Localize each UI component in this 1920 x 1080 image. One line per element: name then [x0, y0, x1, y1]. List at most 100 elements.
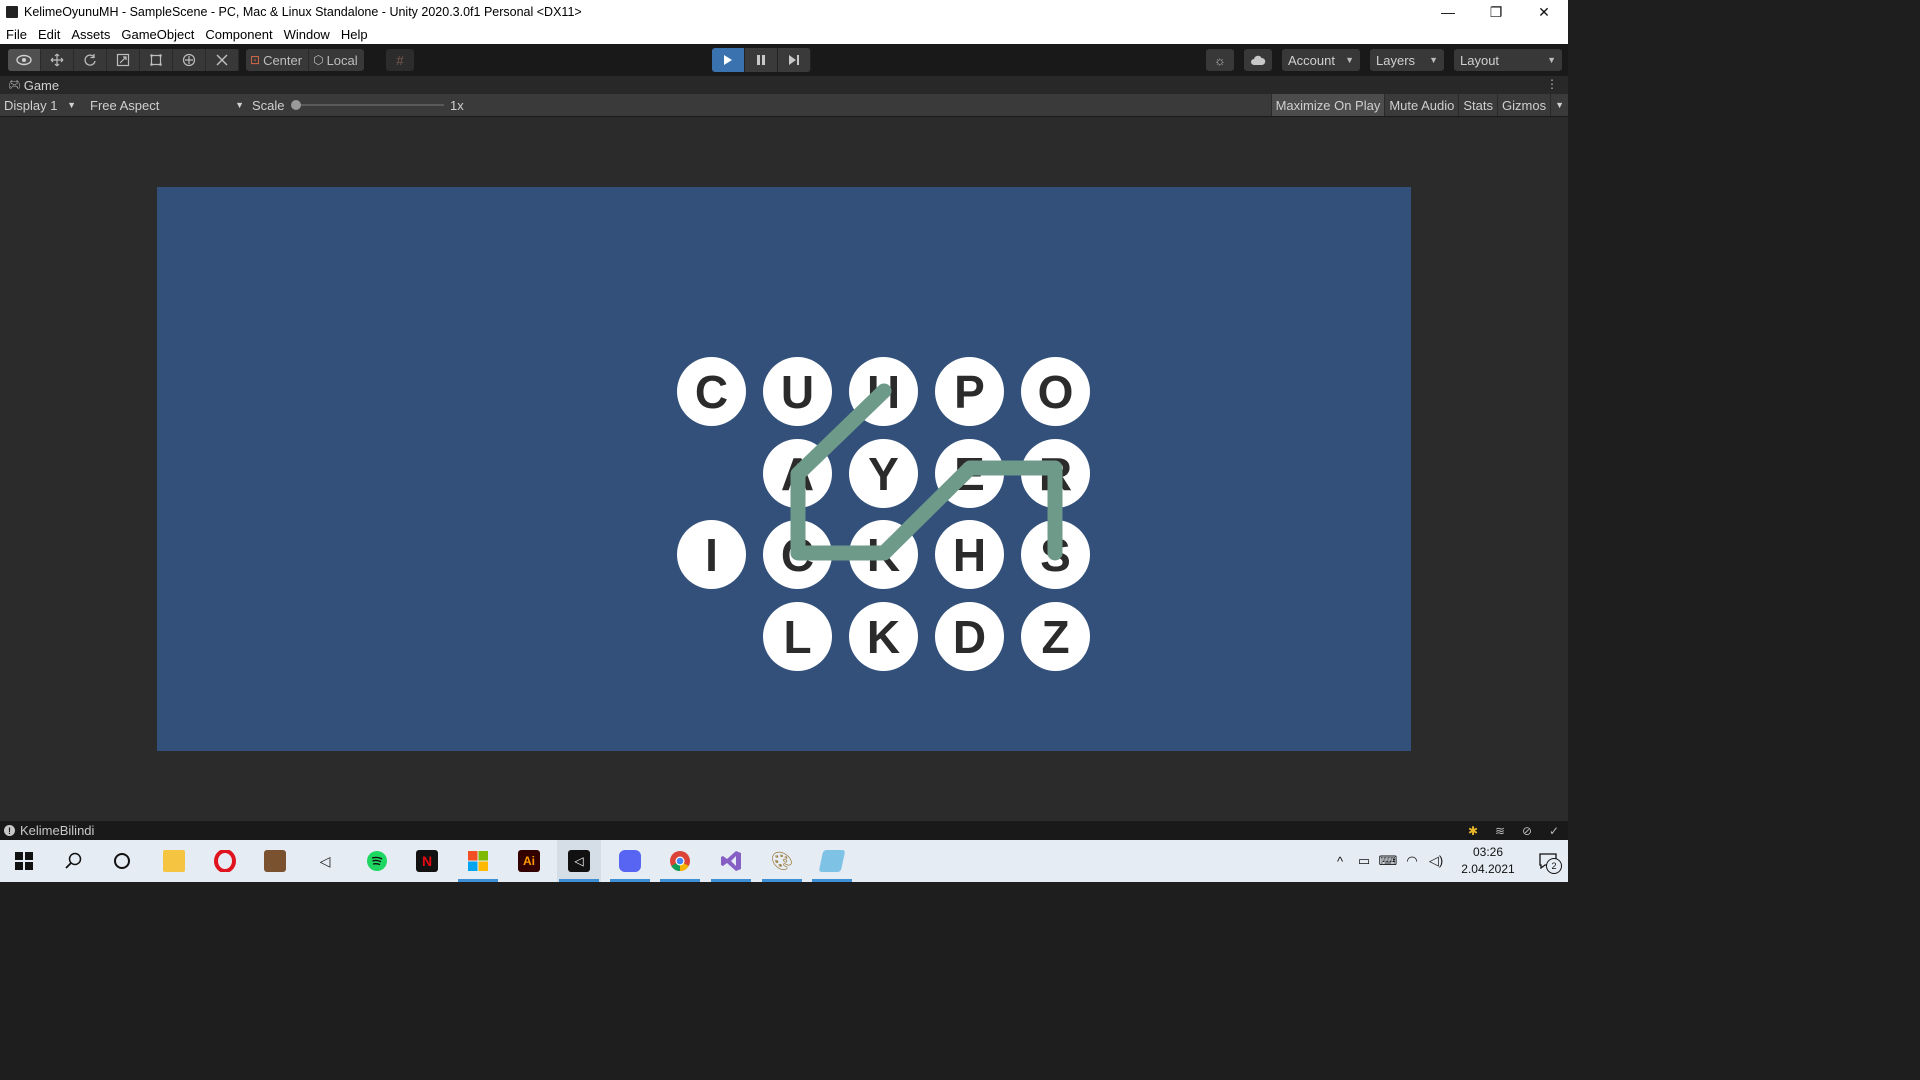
menu-window[interactable]: Window [278, 27, 335, 42]
move-arrows-icon [50, 53, 64, 67]
action-center-button[interactable]: 2 [1528, 840, 1568, 882]
menu-help[interactable]: Help [335, 27, 373, 42]
running-indicator [458, 879, 498, 882]
play-button[interactable] [712, 48, 745, 72]
restore-button[interactable]: ❐ [1472, 0, 1520, 24]
volume-icon[interactable]: ◁) [1424, 853, 1448, 869]
taskbar-microsoft-store[interactable] [456, 840, 500, 882]
chevron-down-icon: ▼ [1547, 55, 1556, 65]
mute-audio-toggle[interactable]: Mute Audio [1384, 94, 1458, 116]
pivot-rotation-toggle[interactable]: ⬡ Local [308, 49, 364, 71]
grid-snap-button[interactable]: # [386, 49, 414, 71]
transform-tool-button[interactable] [173, 49, 206, 71]
taskbar-opera[interactable] [203, 840, 247, 882]
folder-icon [163, 850, 185, 872]
custom-tool-button[interactable] [206, 49, 239, 71]
minimize-button[interactable]: — [1424, 0, 1472, 24]
gizmos-dropdown-icon[interactable]: ▼ [1550, 94, 1568, 116]
chevron-down-icon: ▼ [1429, 55, 1438, 65]
local-cube-icon: ⬡ [313, 53, 324, 67]
menu-component[interactable]: Component [199, 27, 277, 42]
discord-icon [619, 850, 641, 872]
tab-game[interactable]: 🎮︎ Game [0, 78, 59, 93]
scale-slider-track[interactable] [294, 104, 444, 106]
chevron-down-icon: ▼ [1345, 55, 1354, 65]
layers-stack-icon[interactable]: ≋ [1492, 823, 1508, 839]
game-tab-bar: 🎮︎ Game ⋮ [0, 76, 1568, 94]
meet-now-icon[interactable]: ▭ [1352, 853, 1376, 869]
taskbar-paint[interactable]: 🎨︎ [760, 840, 804, 882]
rotate-icon [84, 54, 96, 66]
status-icons: ✱ ≋ ⊘ ✓ [1454, 823, 1562, 839]
cache-server-icon[interactable]: ⊘ [1519, 823, 1535, 839]
layout-dropdown[interactable]: Layout ▼ [1454, 49, 1562, 71]
view-tool-button[interactable] [8, 49, 41, 71]
unity-icon: ◁ [568, 850, 590, 872]
taskbar-netflix[interactable]: N [405, 840, 449, 882]
game-viewport[interactable]: C U H P O A Y E R I C K H S L K D Z [157, 187, 1411, 751]
close-button[interactable]: ✕ [1520, 0, 1568, 24]
cloud-button[interactable] [1244, 49, 1272, 71]
menu-gameobject[interactable]: GameObject [115, 27, 199, 42]
layers-dropdown[interactable]: Layers ▼ [1370, 49, 1444, 71]
rect-tool-button[interactable] [140, 49, 173, 71]
cortana-button[interactable] [100, 840, 144, 882]
show-hidden-icons-icon[interactable]: ^ [1328, 854, 1352, 869]
taskbar-spotify[interactable] [355, 840, 399, 882]
taskbar-unity-hub[interactable]: ◁ [303, 840, 347, 882]
taskbar-file-explorer[interactable] [152, 840, 196, 882]
stats-toggle[interactable]: Stats [1458, 94, 1497, 116]
console-message[interactable]: KelimeBilindi [20, 823, 94, 838]
minecraft-icon [264, 850, 286, 872]
scale-value: 1x [450, 98, 464, 113]
check-circle-icon[interactable]: ✓ [1546, 823, 1562, 839]
taskbar-chrome[interactable] [658, 840, 702, 882]
menu-file[interactable]: File [0, 27, 32, 42]
menu-edit[interactable]: Edit [32, 27, 65, 42]
rotate-tool-button[interactable] [74, 49, 107, 71]
taskbar-clock[interactable]: 03:26 2.04.2021 [1448, 844, 1528, 878]
taskbar-minecraft[interactable] [253, 840, 297, 882]
pivot-mode-label: Center [263, 52, 303, 68]
transform-tools [8, 49, 239, 71]
display-dropdown[interactable]: Display 1 ▼ [0, 94, 80, 116]
window-controls: — ❐ ✕ [1424, 0, 1568, 24]
bug-icon[interactable]: ✱ [1465, 823, 1481, 839]
scale-slider-thumb[interactable] [291, 100, 301, 110]
paint-palette-icon: 🎨︎ [770, 850, 794, 871]
windows-start-button[interactable] [2, 840, 46, 882]
gizmos-toggle[interactable]: Gizmos [1497, 94, 1550, 116]
taskbar-unity[interactable]: ◁ [557, 840, 601, 882]
move-tool-button[interactable] [41, 49, 74, 71]
scale-label: Scale [252, 98, 285, 113]
aspect-dropdown[interactable]: Free Aspect ▼ [86, 94, 248, 116]
unity-app-icon [6, 6, 18, 18]
game-view-options: Maximize On Play Mute Audio Stats Gizmos… [1270, 94, 1568, 116]
grid-snap-icon: # [396, 52, 404, 68]
pause-button[interactable] [745, 48, 778, 72]
input-indicator-icon[interactable]: ⌨ [1376, 853, 1400, 869]
notepad-icon [818, 850, 846, 872]
eye-icon [16, 54, 32, 66]
collab-sun-icon: ☼ [1214, 52, 1226, 68]
search-button[interactable] [52, 840, 96, 882]
opera-icon [214, 850, 236, 872]
scale-icon [116, 53, 130, 67]
taskbar-discord[interactable] [608, 840, 652, 882]
cloud-icon [1251, 55, 1266, 65]
scale-tool-button[interactable] [107, 49, 140, 71]
taskbar-visual-studio[interactable] [709, 840, 753, 882]
collab-button[interactable]: ☼ [1206, 49, 1234, 71]
gamepad-icon: 🎮︎ [8, 79, 21, 91]
account-dropdown[interactable]: Account ▼ [1282, 49, 1360, 71]
step-button[interactable] [778, 48, 811, 72]
maximize-on-play-toggle[interactable]: Maximize On Play [1270, 94, 1385, 116]
wifi-icon[interactable]: ◠ [1400, 853, 1424, 869]
taskbar-illustrator[interactable]: Ai [507, 840, 551, 882]
menu-assets[interactable]: Assets [65, 27, 115, 42]
running-indicator [610, 879, 650, 882]
pivot-mode-toggle[interactable]: ⊡ Center [246, 49, 308, 71]
taskbar-notepad[interactable] [810, 840, 854, 882]
more-options-icon[interactable]: ⋮ [1546, 77, 1558, 91]
play-icon [724, 55, 732, 65]
